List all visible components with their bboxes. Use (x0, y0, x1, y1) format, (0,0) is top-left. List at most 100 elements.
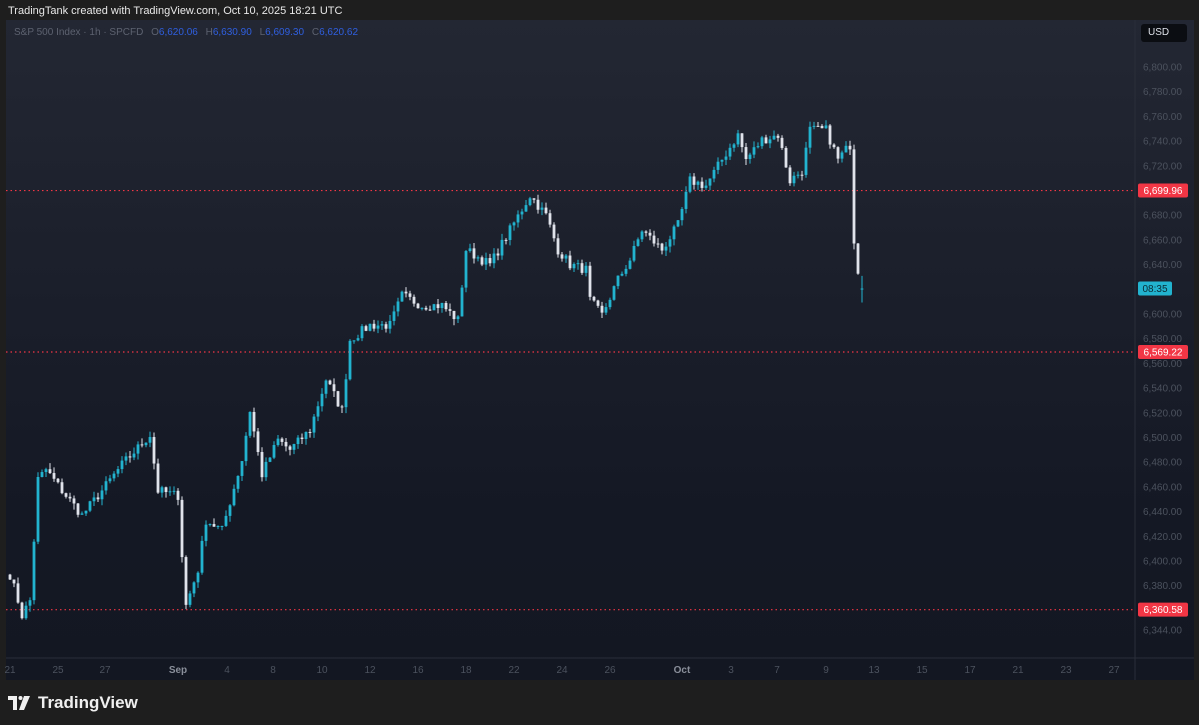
time-tick-label: 22 (508, 665, 520, 676)
candle-body (440, 302, 444, 309)
candle-body (616, 275, 620, 287)
candle-body (456, 316, 460, 320)
candle-body (68, 496, 72, 499)
candle-body (144, 442, 148, 446)
candle-body (604, 307, 608, 313)
candle-body (548, 213, 552, 225)
price-tick-label: 6,660.00 (1143, 235, 1182, 246)
candle-body (636, 239, 640, 246)
price-tick-label: 6,760.00 (1143, 112, 1182, 123)
candle-body (512, 222, 516, 226)
candle-body (480, 257, 484, 265)
candle-body (596, 300, 600, 306)
time-tick-label: 12 (364, 665, 376, 676)
candle-body (588, 265, 592, 297)
candle-body (328, 380, 332, 385)
candle-body (568, 255, 572, 269)
candle-body (60, 482, 64, 494)
candle-body (808, 126, 812, 148)
candle-body (840, 152, 844, 159)
candle-body (800, 174, 804, 176)
candle-body (16, 583, 20, 603)
candle-body (556, 238, 560, 255)
candle-body (652, 235, 656, 244)
candle-body (148, 437, 152, 443)
candle-body (828, 125, 832, 145)
candle-body (836, 147, 840, 159)
candle-body (720, 159, 724, 162)
candle-body (276, 438, 280, 446)
candle-body (284, 441, 288, 447)
candle-body (252, 411, 256, 432)
price-tick-label: 6,580.00 (1143, 334, 1182, 345)
time-tick-label: 18 (460, 665, 472, 676)
candle-body (360, 326, 364, 339)
candle-body (504, 239, 508, 241)
candle-body (396, 301, 400, 312)
price-tick-label: 6,500.00 (1143, 433, 1182, 444)
candle-body (692, 176, 696, 185)
candle-body (424, 307, 428, 310)
candle-body (168, 491, 172, 493)
candle-body (216, 526, 220, 528)
candle-body (496, 253, 500, 256)
candle-body (200, 540, 204, 573)
time-tick-label: 4 (224, 665, 230, 676)
candle-body (528, 198, 532, 206)
candlestick-chart[interactable]: 6,800.00 6,780.00 6,760.00 6,740.00 6,720.00… (0, 0, 1199, 725)
candle-body (112, 473, 116, 479)
candle-body (304, 431, 308, 440)
candle-body (376, 325, 380, 329)
candle-body (444, 302, 448, 310)
candle-body (644, 231, 648, 233)
price-tick-label: 6,520.00 (1143, 408, 1182, 419)
candle-body (324, 380, 328, 394)
candle-body (84, 510, 88, 514)
candle-body (852, 149, 856, 244)
price-tick-label: 6,400.00 (1143, 557, 1182, 568)
time-tick-label: 15 (916, 665, 928, 676)
candle-body (316, 406, 320, 417)
candle-body (116, 469, 120, 474)
currency-button[interactable]: USD (1141, 24, 1187, 42)
time-tick-label: 25 (52, 665, 64, 676)
candle-body (672, 226, 676, 240)
candle-body (312, 416, 316, 433)
candle-body (700, 181, 704, 188)
brand-name: TradingView (38, 693, 138, 712)
candle-body (484, 258, 488, 265)
candle-body (136, 444, 140, 454)
candle-body (804, 147, 808, 175)
candle-body (716, 161, 720, 170)
level-price-label: 6,360.58 (1144, 605, 1183, 616)
candle-body (292, 444, 296, 450)
candle-body (620, 273, 624, 276)
time-tick-label: 24 (556, 665, 568, 676)
candle-body (472, 248, 476, 259)
candle-body (380, 324, 384, 326)
candle-body (80, 513, 84, 515)
candle-body (72, 498, 76, 504)
candle-body (708, 178, 712, 186)
candle-body (244, 435, 248, 462)
candle-body (572, 263, 576, 269)
candle-body (184, 557, 188, 605)
candle-body (860, 288, 864, 290)
time-tick-label: 8 (270, 665, 276, 676)
candle-body (268, 457, 272, 462)
candle-body (784, 147, 788, 168)
candle-body (768, 139, 772, 144)
candle-body (232, 488, 236, 506)
candle-body (764, 137, 768, 144)
time-tick-label: 21 (1012, 665, 1024, 676)
candle-body (300, 437, 304, 440)
candle-body (660, 243, 664, 251)
time-tick-label: Oct (674, 665, 691, 676)
level-price-label: 6,569.22 (1144, 348, 1183, 359)
candle-body (812, 125, 816, 127)
candle-body (288, 446, 292, 450)
candle-body (776, 135, 780, 138)
candle-body (416, 303, 420, 309)
candle-body (152, 437, 156, 464)
candle-body (192, 582, 196, 594)
